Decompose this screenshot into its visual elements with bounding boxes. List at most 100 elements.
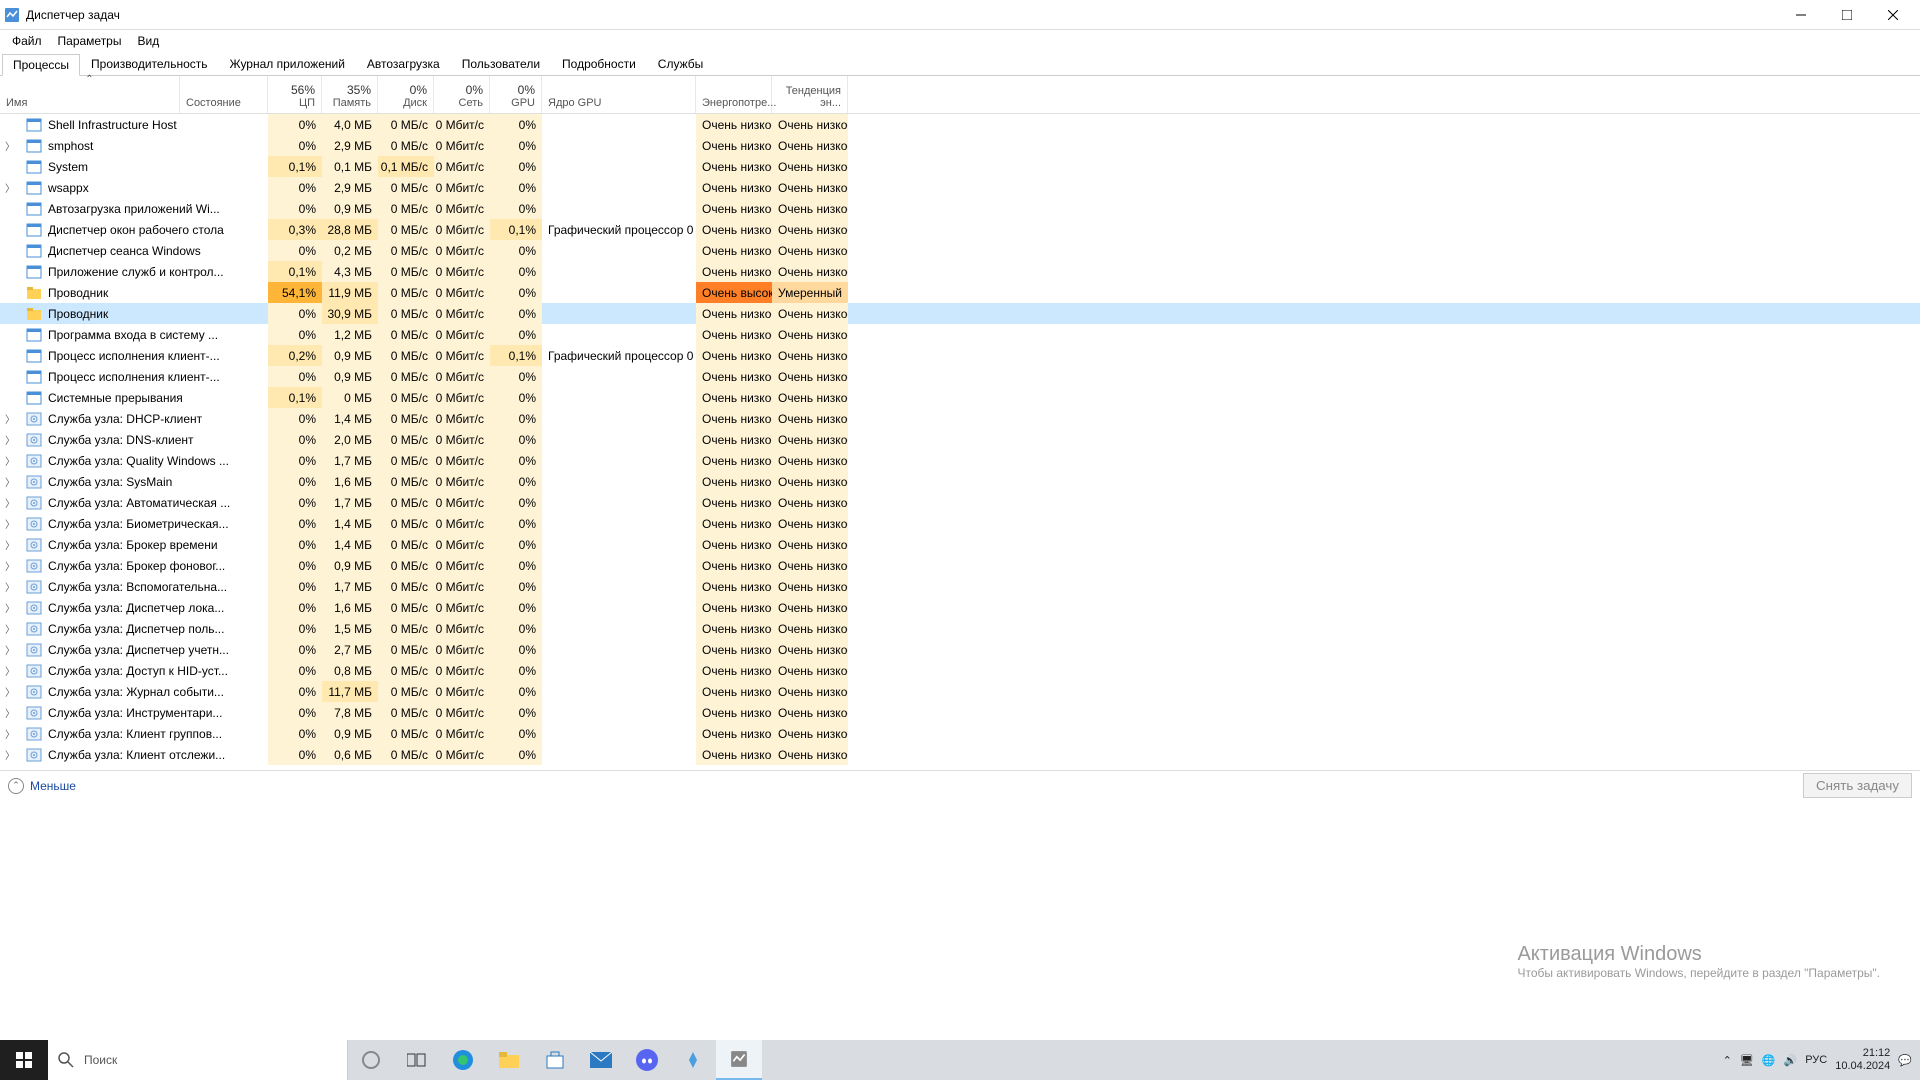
process-row[interactable]: 〉Служба узла: Вспомогательна...0%1,7 МБ0… bbox=[0, 576, 1920, 597]
expand-toggle[interactable]: 〉 bbox=[0, 495, 20, 510]
process-list[interactable]: Shell Infrastructure Host0%4,0 МБ0 МБ/с0… bbox=[0, 114, 1920, 770]
col-gpu[interactable]: 0%GPU bbox=[490, 76, 542, 113]
expand-toggle[interactable]: 〉 bbox=[0, 663, 20, 678]
process-row[interactable]: 〉Служба узла: DNS-клиент0%2,0 МБ0 МБ/с0 … bbox=[0, 429, 1920, 450]
col-status[interactable]: Состояние bbox=[180, 76, 268, 113]
process-row[interactable]: Программа входа в систему ...0%1,2 МБ0 М… bbox=[0, 324, 1920, 345]
process-row[interactable]: Shell Infrastructure Host0%4,0 МБ0 МБ/с0… bbox=[0, 114, 1920, 135]
tray-notifications-icon[interactable]: 💬 bbox=[1898, 1054, 1912, 1067]
process-row[interactable]: 〉Служба узла: Клиент группов...0%0,9 МБ0… bbox=[0, 723, 1920, 744]
process-row[interactable]: 〉Служба узла: DHCP-клиент0%1,4 МБ0 МБ/с0… bbox=[0, 408, 1920, 429]
process-row[interactable]: 〉Служба узла: SysMain0%1,6 МБ0 МБ/с0 Мби… bbox=[0, 471, 1920, 492]
tab-processes[interactable]: Процессы bbox=[2, 54, 80, 76]
expand-toggle[interactable]: 〉 bbox=[0, 579, 20, 594]
gpu-cell: 0% bbox=[490, 240, 542, 261]
col-gpu-core[interactable]: Ядро GPU bbox=[542, 76, 696, 113]
expand-toggle[interactable]: 〉 bbox=[0, 432, 20, 447]
col-power[interactable]: Энергопотре... bbox=[696, 76, 772, 113]
process-row[interactable]: Проводник0%30,9 МБ0 МБ/с0 Мбит/с0%Очень … bbox=[0, 303, 1920, 324]
tray-clock[interactable]: 21:12 10.04.2024 bbox=[1835, 1047, 1890, 1073]
col-network[interactable]: 0%Сеть bbox=[434, 76, 490, 113]
maximize-button[interactable] bbox=[1824, 0, 1870, 30]
end-task-button[interactable]: Снять задачу bbox=[1803, 773, 1912, 798]
process-row[interactable]: 〉Служба узла: Брокер фоновог...0%0,9 МБ0… bbox=[0, 555, 1920, 576]
process-row[interactable]: Автозагрузка приложений Wi...0%0,9 МБ0 М… bbox=[0, 198, 1920, 219]
expand-toggle[interactable]: 〉 bbox=[0, 516, 20, 531]
cpu-cell: 0,1% bbox=[268, 387, 322, 408]
expand-toggle[interactable]: 〉 bbox=[0, 474, 20, 489]
process-row[interactable]: 〉Служба узла: Клиент отслежи...0%0,6 МБ0… bbox=[0, 744, 1920, 765]
process-row[interactable]: 〉Служба узла: Диспетчер лока...0%1,6 МБ0… bbox=[0, 597, 1920, 618]
tray-monitor-icon[interactable]: 🖥 bbox=[1740, 1054, 1754, 1067]
process-row[interactable]: 〉smphost0%2,9 МБ0 МБ/с0 Мбит/с0%Очень ни… bbox=[0, 135, 1920, 156]
store-icon[interactable] bbox=[532, 1040, 578, 1080]
col-name[interactable]: ⌃ Имя bbox=[0, 76, 180, 113]
process-row[interactable]: 〉Служба узла: Доступ к HID-уст...0%0,8 М… bbox=[0, 660, 1920, 681]
minimize-button[interactable] bbox=[1778, 0, 1824, 30]
expand-toggle[interactable]: 〉 bbox=[0, 621, 20, 636]
cpu-cell: 0% bbox=[268, 135, 322, 156]
tray-language[interactable]: РУС bbox=[1805, 1054, 1827, 1066]
tab-users[interactable]: Пользователи bbox=[451, 53, 551, 75]
process-row[interactable]: 〉wsappx0%2,9 МБ0 МБ/с0 Мбит/с0%Очень низ… bbox=[0, 177, 1920, 198]
close-button[interactable] bbox=[1870, 0, 1916, 30]
search-box[interactable]: Поиск bbox=[48, 1040, 348, 1080]
expand-toggle[interactable]: 〉 bbox=[0, 537, 20, 552]
process-row[interactable]: Проводник54,1%11,9 МБ0 МБ/с0 Мбит/с0%Оче… bbox=[0, 282, 1920, 303]
explorer-icon[interactable] bbox=[486, 1040, 532, 1080]
power-trend-cell: Очень низкое bbox=[772, 744, 848, 765]
edge-icon[interactable] bbox=[440, 1040, 486, 1080]
process-row[interactable]: 〉Служба узла: Автоматическая ...0%1,7 МБ… bbox=[0, 492, 1920, 513]
process-icon bbox=[26, 390, 42, 406]
cpu-cell: 0% bbox=[268, 618, 322, 639]
menu-options[interactable]: Параметры bbox=[50, 32, 130, 50]
process-row[interactable]: 〉Служба узла: Брокер времени0%1,4 МБ0 МБ… bbox=[0, 534, 1920, 555]
expand-toggle[interactable]: 〉 bbox=[0, 180, 20, 195]
cortana-icon[interactable] bbox=[348, 1040, 394, 1080]
process-row[interactable]: Системные прерывания0,1%0 МБ0 МБ/с0 Мбит… bbox=[0, 387, 1920, 408]
tab-services[interactable]: Службы bbox=[647, 53, 714, 75]
col-power-trend[interactable]: Тенденция эн... bbox=[772, 76, 848, 113]
app-icon[interactable] bbox=[670, 1040, 716, 1080]
expand-toggle[interactable]: 〉 bbox=[0, 600, 20, 615]
process-row[interactable]: 〉Служба узла: Диспетчер поль...0%1,5 МБ0… bbox=[0, 618, 1920, 639]
process-row[interactable]: Приложение служб и контрол...0,1%4,3 МБ0… bbox=[0, 261, 1920, 282]
tab-startup[interactable]: Автозагрузка bbox=[356, 53, 451, 75]
expand-toggle[interactable]: 〉 bbox=[0, 642, 20, 657]
tray-network-icon[interactable]: 🌐 bbox=[1762, 1054, 1776, 1067]
col-cpu[interactable]: 56%ЦП bbox=[268, 76, 322, 113]
expand-toggle[interactable]: 〉 bbox=[0, 558, 20, 573]
process-row[interactable]: Диспетчер сеанса Windows0%0,2 МБ0 МБ/с0 … bbox=[0, 240, 1920, 261]
process-row[interactable]: Диспетчер окон рабочего стола0,3%28,8 МБ… bbox=[0, 219, 1920, 240]
expand-toggle[interactable]: 〉 bbox=[0, 705, 20, 720]
expand-toggle[interactable]: 〉 bbox=[0, 453, 20, 468]
start-button[interactable] bbox=[0, 1040, 48, 1080]
process-row[interactable]: Процесс исполнения клиент-...0,2%0,9 МБ0… bbox=[0, 345, 1920, 366]
fewer-details-button[interactable]: ⌃ Меньше bbox=[8, 778, 76, 794]
process-row[interactable]: Процесс исполнения клиент-...0%0,9 МБ0 М… bbox=[0, 366, 1920, 387]
discord-icon[interactable] bbox=[624, 1040, 670, 1080]
col-memory[interactable]: 35%Память bbox=[322, 76, 378, 113]
tab-details[interactable]: Подробности bbox=[551, 53, 647, 75]
expand-toggle[interactable]: 〉 bbox=[0, 726, 20, 741]
process-row[interactable]: 〉Служба узла: Инструментари...0%7,8 МБ0 … bbox=[0, 702, 1920, 723]
tab-performance[interactable]: Производительность bbox=[80, 53, 218, 75]
process-row[interactable]: System0,1%0,1 МБ0,1 МБ/с0 Мбит/с0%Очень … bbox=[0, 156, 1920, 177]
process-row[interactable]: 〉Служба узла: Quality Windows ...0%1,7 М… bbox=[0, 450, 1920, 471]
tab-app-history[interactable]: Журнал приложений bbox=[219, 53, 356, 75]
expand-toggle[interactable]: 〉 bbox=[0, 684, 20, 699]
expand-toggle[interactable]: 〉 bbox=[0, 138, 20, 153]
expand-toggle[interactable]: 〉 bbox=[0, 411, 20, 426]
process-row[interactable]: 〉Служба узла: Журнал событи...0%11,7 МБ0… bbox=[0, 681, 1920, 702]
tray-volume-icon[interactable]: 🔊 bbox=[1784, 1054, 1798, 1067]
process-row[interactable]: 〉Служба узла: Диспетчер учетн...0%2,7 МБ… bbox=[0, 639, 1920, 660]
taskmgr-taskbar-icon[interactable] bbox=[716, 1040, 762, 1080]
menu-file[interactable]: Файл bbox=[4, 32, 50, 50]
expand-toggle[interactable]: 〉 bbox=[0, 747, 20, 762]
task-view-icon[interactable] bbox=[394, 1040, 440, 1080]
col-disk[interactable]: 0%Диск bbox=[378, 76, 434, 113]
tray-chevron-icon[interactable]: ⌃ bbox=[1723, 1054, 1732, 1067]
mail-icon[interactable] bbox=[578, 1040, 624, 1080]
menu-view[interactable]: Вид bbox=[129, 32, 167, 50]
process-row[interactable]: 〉Служба узла: Биометрическая...0%1,4 МБ0… bbox=[0, 513, 1920, 534]
